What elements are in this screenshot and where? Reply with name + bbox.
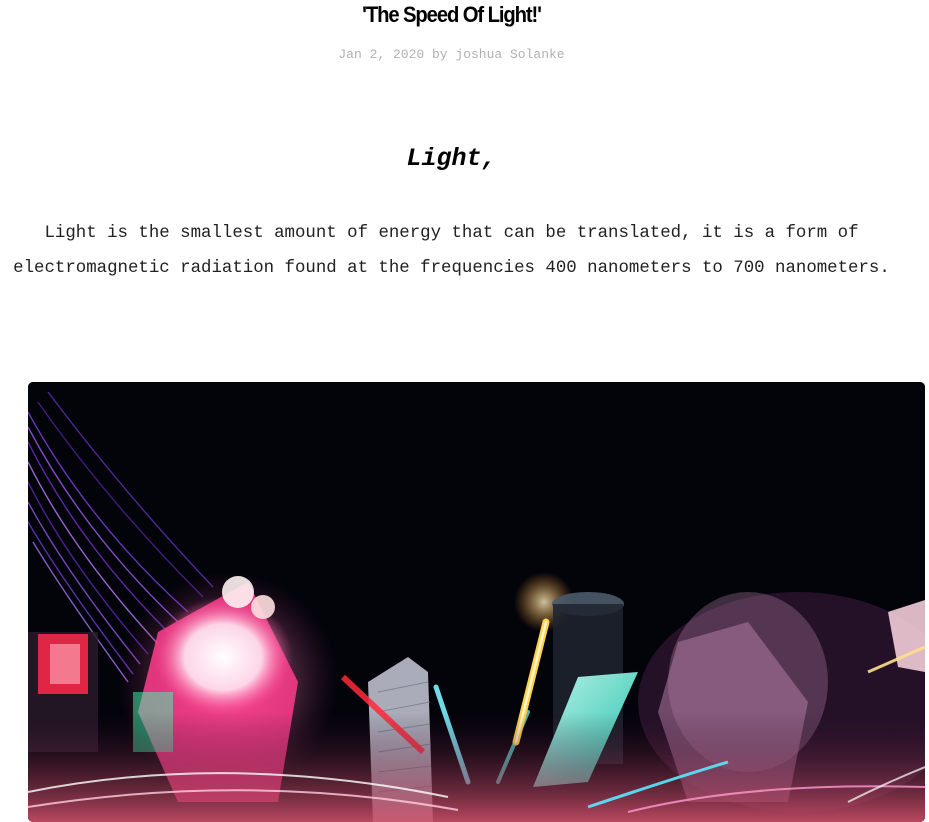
- city-lights-illustration: [28, 382, 925, 822]
- city-lights-photo: [28, 382, 925, 822]
- post-body-text: Light is the smallest amount of energy t…: [13, 224, 890, 278]
- post-meta: Jan 2, 2020 by joshua Solanke: [338, 47, 565, 62]
- post-title: 'The Speed Of Light!': [362, 2, 542, 27]
- section-heading: Light,: [406, 144, 497, 173]
